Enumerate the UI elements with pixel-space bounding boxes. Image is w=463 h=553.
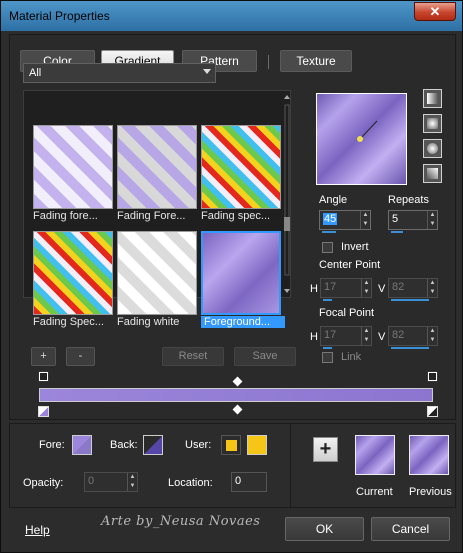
gradient-label: Fading Spec... [33,316,104,328]
focal-h-label: H [310,331,318,343]
back-label: Back: [110,439,138,451]
center-v-value: 82 [392,281,405,293]
radial-style-button[interactable] [423,164,442,183]
repeats-value: 5 [392,213,399,225]
close-button[interactable]: ✕ [414,2,456,21]
color-stop-right[interactable] [427,406,438,417]
user-label: User: [185,439,212,451]
focal-v-label: V [378,331,386,343]
angle-field[interactable]: 45 ▲ ▼ [319,210,371,233]
back-swatch[interactable] [143,435,163,455]
rectangular-style-button[interactable] [423,114,442,133]
gradient-thumb-2[interactable]: Fading Fore... [117,125,197,225]
remove-gradient-button[interactable]: - [66,347,95,366]
add-gradient-button[interactable]: + [31,347,56,366]
gradient-bar[interactable] [39,388,433,402]
gradient-label: Fading Fore... [117,210,186,222]
opacity-stop-right[interactable] [427,371,438,382]
reset-button[interactable]: Reset [162,347,224,366]
invert-checkbox[interactable] [322,242,333,253]
repeats-spinner-icon[interactable]: ▲ ▼ [427,211,437,229]
ok-button[interactable]: OK [285,517,364,541]
cancel-button[interactable]: Cancel [371,517,450,541]
fore-swatch[interactable] [72,435,92,455]
center-h-label: H [310,283,318,295]
color-stop-left[interactable] [38,406,49,417]
invert-label: Invert [341,241,369,253]
close-icon: ✕ [429,4,441,19]
center-h-field[interactable]: 17 ▲ ▼ [320,278,372,301]
window-title: Material Properties [9,9,110,23]
tab-texture[interactable]: Texture [280,50,352,72]
user-swatch[interactable] [247,435,267,455]
center-v-field[interactable]: 82 ▲ ▼ [388,278,438,301]
previous-label: Previous [409,486,452,498]
gradient-thumb-4[interactable]: Fading Spec... [33,231,113,331]
user-swatch-small[interactable] [221,435,241,455]
gradient-category-value: All [29,67,42,79]
current-label: Current [356,486,393,498]
location-label: Location: [168,477,213,489]
focal-v-field[interactable]: 82 ▲ ▼ [388,326,438,349]
chevron-down-icon [203,69,211,74]
opacity-field[interactable]: 0 ▲ ▼ [84,472,138,492]
help-link[interactable]: Help [25,523,50,537]
linear-style-button[interactable] [423,89,442,108]
angle-value: 45 [323,213,338,225]
link-checkbox[interactable] [322,352,333,363]
gradient-label: Fading spec... [201,210,271,222]
gradient-thumb-3[interactable]: Fading spec... [201,125,281,225]
center-h-value: 17 [324,281,337,293]
gradient-thumb-6[interactable]: Foreground... [201,231,285,331]
opacity-label: Opacity: [23,477,64,489]
opacity-value: 0 [88,475,95,487]
focal-h-field[interactable]: 17 ▲ ▼ [320,326,372,349]
repeats-label: Repeats [388,194,429,206]
angle-slider[interactable] [322,231,336,233]
add-swatch-button[interactable]: + [313,437,338,462]
gradient-label: Fading white [117,316,180,328]
center-v-label: V [378,283,386,295]
center-point-label: Center Point [319,259,381,271]
watermark-signature: Arte by_Neusa Novaes [101,514,261,529]
opacity-stop-left[interactable] [38,371,49,382]
previous-swatch[interactable] [409,435,449,475]
location-field[interactable]: 0 [231,472,267,492]
gradient-category-select[interactable]: All [23,63,216,83]
gradient-thumb-1[interactable]: Fading fore... [33,125,113,225]
angle-spinner-icon[interactable]: ▲ ▼ [360,211,370,229]
sunburst-style-button[interactable] [423,139,442,158]
repeats-field[interactable]: 5 ▲ ▼ [388,210,438,233]
gradient-preview[interactable] [316,93,407,185]
location-value: 0 [235,475,242,487]
title-bar: Material Properties ✕ [1,1,462,31]
fore-label: Fore: [39,439,65,451]
gradient-gallery: Fading fore... Fading Fore... Fading spe… [23,90,291,328]
link-label: Link [341,351,362,363]
gradient-label: Fading fore... [33,210,98,222]
save-button[interactable]: Save [234,347,296,366]
material-properties-dialog: Material Properties ✕ Color Gradient Pat… [0,0,463,553]
gradient-thumb-5[interactable]: Fading white [117,231,197,331]
current-swatch[interactable] [355,435,395,475]
angle-handle-icon [357,120,378,142]
focal-h-value: 17 [324,329,337,341]
focal-v-value: 82 [392,329,405,341]
gradient-label: Foreground... [201,316,285,328]
tab-divider [268,55,269,69]
gallery-scrollbar[interactable] [283,93,291,295]
repeats-slider[interactable] [391,231,403,233]
angle-label: Angle [319,194,348,206]
focal-point-label: Focal Point [319,307,375,319]
